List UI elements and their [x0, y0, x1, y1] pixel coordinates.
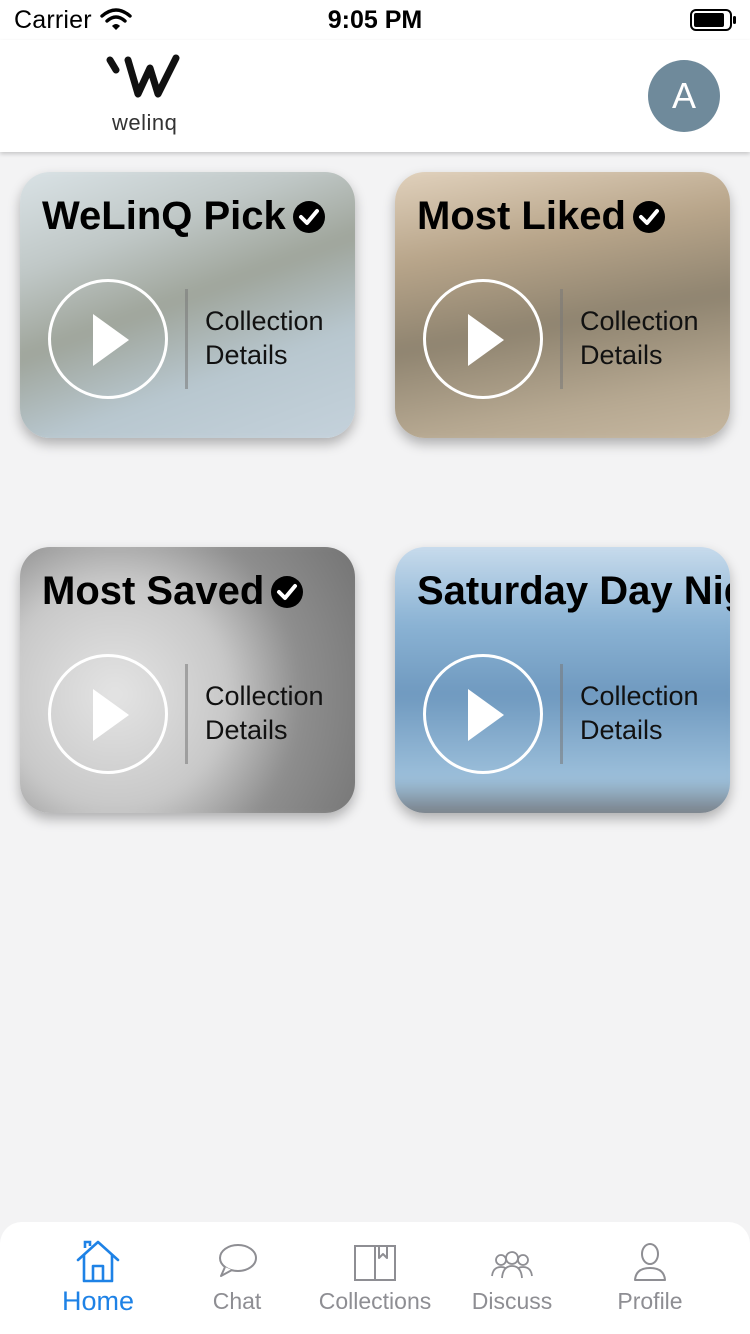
- play-icon: [468, 689, 504, 741]
- collection-card[interactable]: WeLinQ Pick Collection Details: [20, 172, 355, 438]
- card-title-text: Most Saved: [42, 569, 265, 613]
- logo-text: welinq: [112, 110, 178, 135]
- logo-mark-icon: [106, 54, 180, 98]
- person-icon: [634, 1243, 666, 1281]
- collection-details-link[interactable]: Collection Details: [580, 304, 699, 372]
- welinq-logo: welinq: [106, 52, 186, 142]
- card-divider: [560, 289, 563, 389]
- play-icon: [468, 314, 504, 366]
- card-divider: [560, 664, 563, 764]
- tab-profile[interactable]: Profile: [575, 1238, 725, 1328]
- verified-check-icon: [292, 200, 325, 233]
- details-line-1: Collection: [580, 306, 699, 336]
- tab-label: Profile: [617, 1288, 683, 1314]
- status-bar: Carrier 9:05 PM: [0, 0, 750, 40]
- card-title: Most Liked: [417, 194, 666, 239]
- collection-details-link[interactable]: Collection Details: [205, 304, 324, 372]
- tab-label: Discuss: [471, 1288, 553, 1314]
- details-line-2: Details: [580, 715, 663, 745]
- battery-icon: [690, 9, 736, 31]
- card-title: Most Saved: [42, 569, 304, 614]
- card-title: Saturday Day Nig: [417, 569, 730, 614]
- tab-home[interactable]: Home: [23, 1238, 173, 1328]
- play-icon: [93, 314, 129, 366]
- details-line-1: Collection: [205, 681, 324, 711]
- tab-label: Chat: [212, 1288, 262, 1314]
- play-button[interactable]: [48, 654, 168, 774]
- card-title: WeLinQ Pick: [42, 194, 326, 239]
- tab-label: Home: [61, 1286, 135, 1316]
- home-icon: [76, 1240, 120, 1283]
- collection-card[interactable]: Most Liked Collection Details: [395, 172, 730, 438]
- details-line-1: Collection: [580, 681, 699, 711]
- clock: 9:05 PM: [327, 6, 423, 34]
- play-icon: [93, 689, 129, 741]
- card-divider: [185, 289, 188, 389]
- details-line-2: Details: [205, 340, 288, 370]
- book-icon: [354, 1245, 396, 1281]
- tab-discuss[interactable]: Discuss: [437, 1238, 587, 1328]
- play-button[interactable]: [48, 279, 168, 399]
- app-header: welinq A: [0, 40, 750, 152]
- card-title-text: Most Liked: [417, 194, 626, 238]
- play-button[interactable]: [423, 654, 543, 774]
- tab-bar: Home Chat Collections Discuss Profile: [0, 1222, 750, 1334]
- details-line-2: Details: [205, 715, 288, 745]
- collection-card[interactable]: Most Saved Collection Details: [20, 547, 355, 813]
- play-button[interactable]: [423, 279, 543, 399]
- tab-label: Collections: [318, 1288, 432, 1314]
- tab-chat[interactable]: Chat: [162, 1238, 312, 1328]
- card-divider: [185, 664, 188, 764]
- collection-details-link[interactable]: Collection Details: [205, 679, 324, 747]
- group-icon: [491, 1251, 533, 1279]
- details-line-2: Details: [580, 340, 663, 370]
- chat-bubble-icon: [219, 1244, 257, 1277]
- verified-check-icon: [271, 575, 304, 608]
- collection-details-link[interactable]: Collection Details: [580, 679, 699, 747]
- details-line-1: Collection: [205, 306, 324, 336]
- tab-collections[interactable]: Collections: [300, 1238, 450, 1328]
- verified-check-icon: [632, 200, 665, 233]
- collection-card[interactable]: Saturday Day Nig Collection Details: [395, 547, 730, 813]
- avatar[interactable]: A: [648, 60, 720, 132]
- card-title-text: WeLinQ Pick: [42, 194, 286, 238]
- card-title-text: Saturday Day Nig: [417, 569, 730, 613]
